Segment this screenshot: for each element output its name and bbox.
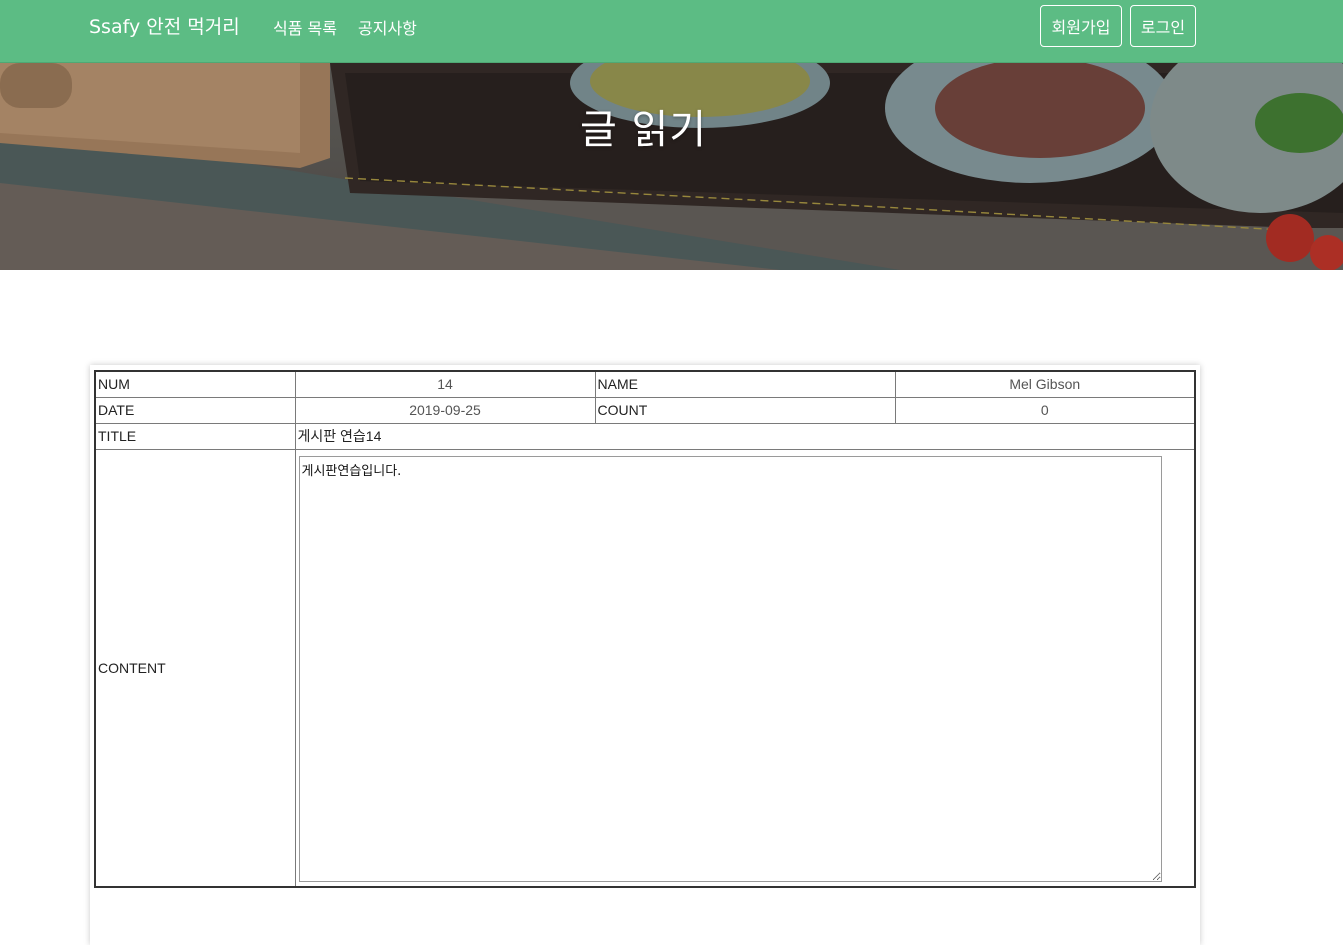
table-row: NUM 14 NAME Mel Gibson — [94, 370, 1196, 398]
date-value: 2019-09-25 — [294, 396, 596, 424]
brand-logo[interactable]: Ssafy 안전 먹거리 — [89, 12, 240, 39]
num-value: 14 — [294, 370, 596, 398]
content-cell: 게시판연습입니다. — [294, 448, 1196, 888]
hero-banner: 글 읽기 — [0, 63, 1343, 270]
title-label: TITLE — [94, 422, 296, 450]
login-button[interactable]: 로그인 — [1130, 5, 1196, 47]
count-value: 0 — [894, 396, 1196, 424]
table-row: TITLE 게시판 연습14 — [94, 422, 1196, 450]
name-value: Mel Gibson — [894, 370, 1196, 398]
count-label: COUNT — [594, 396, 896, 424]
nav-link-notice[interactable]: 공지사항 — [358, 15, 417, 39]
name-label: NAME — [594, 370, 896, 398]
page-title: 글 읽기 — [579, 107, 708, 153]
nav-link-food-list[interactable]: 식품 목록 — [273, 15, 337, 39]
post-detail-table: NUM 14 NAME Mel Gibson DATE 2019-09-25 C… — [94, 370, 1196, 888]
title-value: 게시판 연습14 — [294, 422, 1196, 450]
table-row: CONTENT 게시판연습입니다. — [94, 448, 1196, 888]
content-label: CONTENT — [94, 448, 296, 888]
table-row: DATE 2019-09-25 COUNT 0 — [94, 396, 1196, 424]
date-label: DATE — [94, 396, 296, 424]
signup-button[interactable]: 회원가입 — [1040, 5, 1122, 47]
num-label: NUM — [94, 370, 296, 398]
content-textarea[interactable]: 게시판연습입니다. — [298, 455, 1162, 882]
top-navbar: Ssafy 안전 먹거리 식품 목록 공지사항 회원가입 로그인 — [0, 0, 1343, 63]
hero-food-photo — [0, 63, 1343, 270]
